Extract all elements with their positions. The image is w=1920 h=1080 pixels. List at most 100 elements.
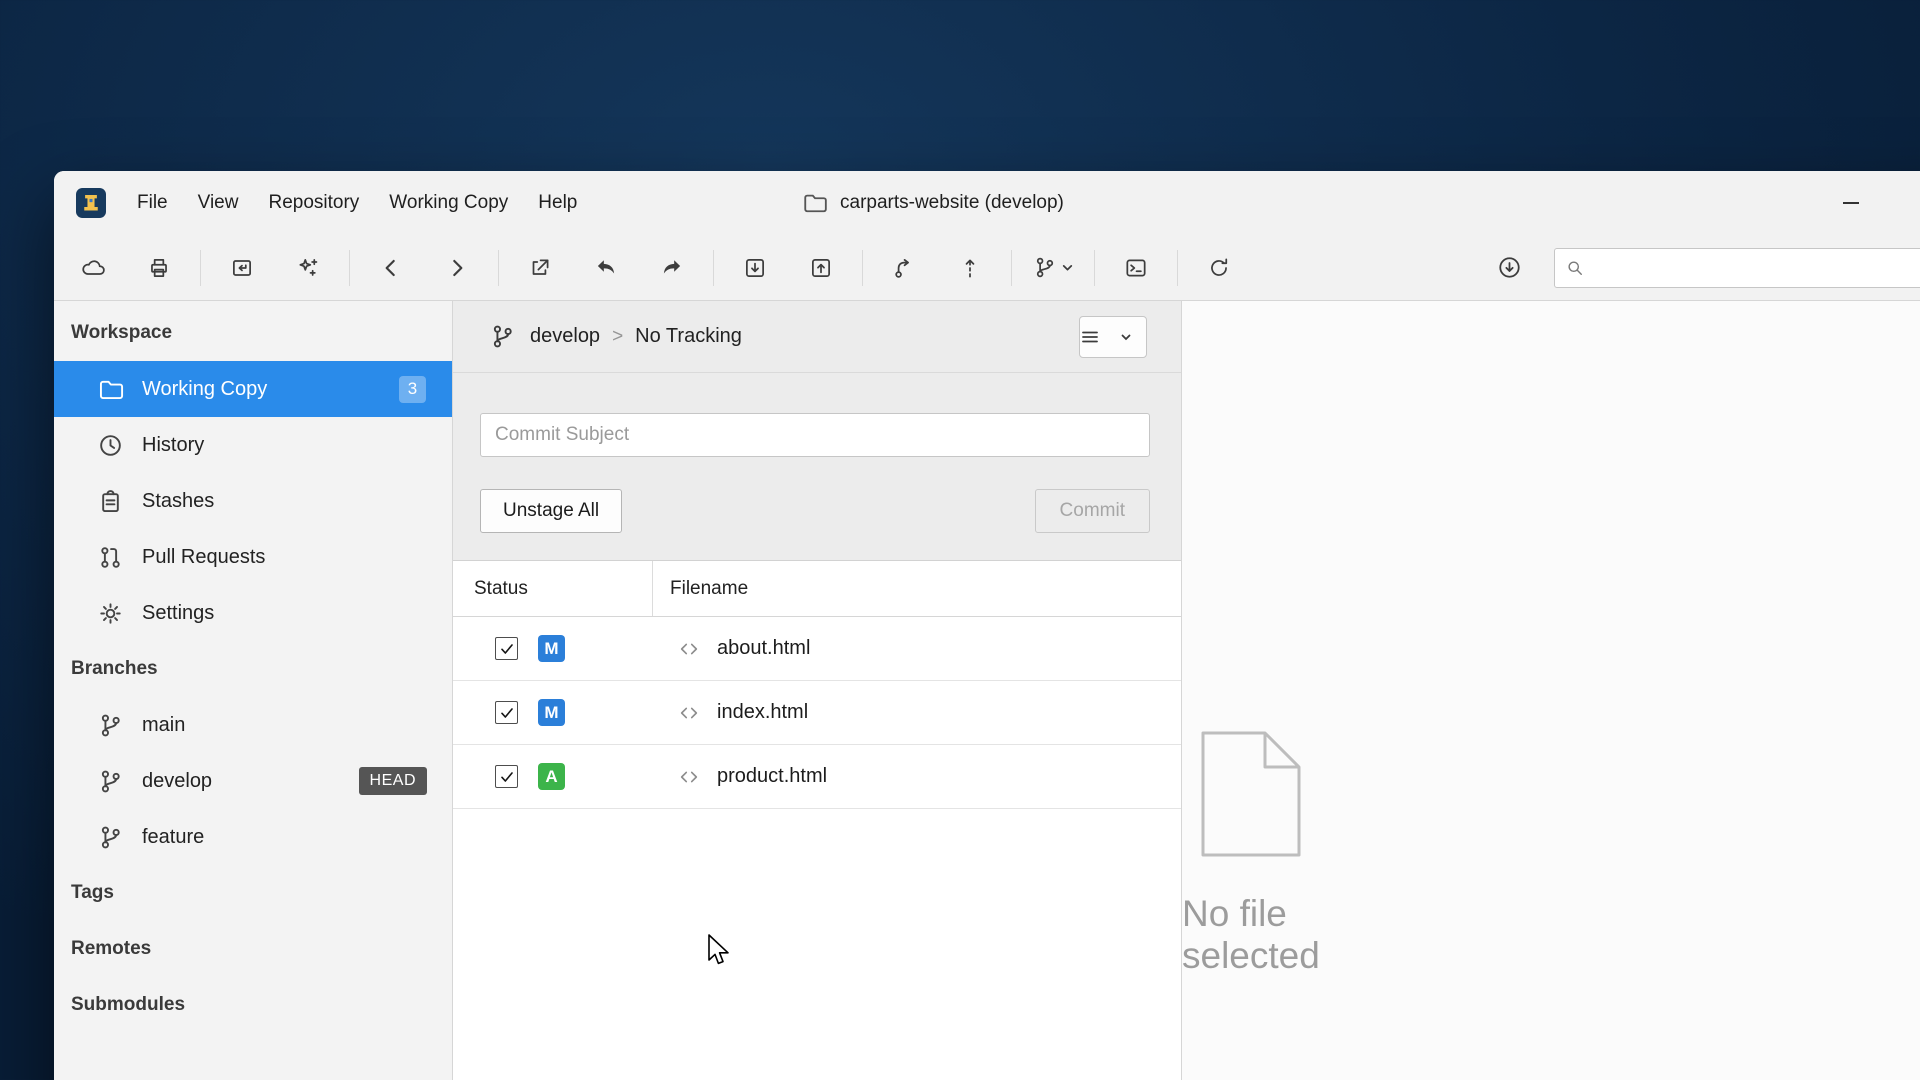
sidebar-item-label: main (142, 714, 185, 737)
sidebar-item-label: develop (142, 770, 212, 793)
open-repo-icon (229, 255, 255, 281)
commit-area: Unstage All Commit (453, 373, 1181, 560)
table-row[interactable]: M index.html (453, 681, 1181, 745)
document-icon (1201, 731, 1301, 857)
push-icon (808, 255, 834, 281)
back-button[interactable] (358, 245, 424, 291)
options-menu-button[interactable] (1079, 316, 1147, 358)
chevron-right-icon (444, 255, 470, 281)
stage-checkbox[interactable] (495, 701, 518, 724)
menu-view[interactable]: View (183, 171, 254, 235)
content-area: Workspace Working Copy 3 History Stashes (54, 301, 1920, 1080)
sidebar-section-workspace[interactable]: Workspace (54, 305, 452, 361)
toolbar-separator (349, 250, 350, 286)
pull-request-icon (97, 544, 124, 571)
menu-help[interactable]: Help (523, 171, 592, 235)
clipboard-icon (97, 488, 124, 515)
breadcrumb: develop > No Tracking (453, 301, 1181, 373)
table-row[interactable]: M about.html (453, 617, 1181, 681)
branch-icon (97, 712, 124, 739)
print-button[interactable] (126, 245, 192, 291)
check-icon (499, 769, 515, 785)
branch-menu-button[interactable] (1020, 245, 1086, 291)
share-button[interactable] (507, 245, 573, 291)
forward-button[interactable] (424, 245, 490, 291)
status-badge: A (538, 763, 565, 790)
printer-icon (146, 255, 172, 281)
empty-message: No file selected (1182, 893, 1320, 977)
window-title: carparts-website (develop) (802, 171, 1064, 235)
open-repo-button[interactable] (209, 245, 275, 291)
refresh-button[interactable] (1186, 245, 1252, 291)
code-icon (678, 638, 700, 660)
sidebar-section-branches[interactable]: Branches (54, 641, 452, 697)
terminal-button[interactable] (1103, 245, 1169, 291)
sidebar-item-pull-requests[interactable]: Pull Requests (54, 529, 452, 585)
push-button[interactable] (788, 245, 854, 291)
status-cell: M (453, 635, 653, 662)
fetch-button[interactable] (1476, 245, 1542, 291)
quick-actions-button[interactable] (275, 245, 341, 291)
branch-icon (489, 323, 516, 350)
sidebar: Workspace Working Copy 3 History Stashes (54, 301, 453, 1080)
check-icon (499, 641, 515, 657)
table-row[interactable]: A product.html (453, 745, 1181, 809)
window-title-text: carparts-website (develop) (840, 192, 1064, 214)
file-table-header: Status Filename (453, 561, 1181, 617)
stage-checkbox[interactable] (495, 765, 518, 788)
merge-button[interactable] (871, 245, 937, 291)
toolbar-separator (1094, 250, 1095, 286)
terminal-icon (1123, 255, 1149, 281)
search-input[interactable] (1593, 257, 1920, 278)
toolbar-separator (498, 250, 499, 286)
check-icon (499, 705, 515, 721)
status-badge: M (538, 699, 565, 726)
rebase-button[interactable] (937, 245, 1003, 291)
undo-button[interactable] (573, 245, 639, 291)
search-field[interactable] (1554, 248, 1920, 288)
sidebar-item-stashes[interactable]: Stashes (54, 473, 452, 529)
pull-button[interactable] (722, 245, 788, 291)
filename-cell: index.html (653, 701, 808, 724)
sidebar-section-submodules[interactable]: Submodules (54, 977, 452, 1033)
sidebar-item-settings[interactable]: Settings (54, 585, 452, 641)
commit-subject-input[interactable] (480, 413, 1150, 457)
commit-button[interactable]: Commit (1035, 489, 1150, 533)
menu-working-copy[interactable]: Working Copy (374, 171, 523, 235)
toolbar-separator (1177, 250, 1178, 286)
menubar: File View Repository Working Copy Help c… (54, 171, 1920, 235)
sidebar-item-working-copy[interactable]: Working Copy 3 (54, 361, 452, 417)
menu-repository[interactable]: Repository (253, 171, 374, 235)
filename: product.html (717, 765, 827, 788)
branch-icon (1032, 255, 1058, 281)
breadcrumb-tracking[interactable]: No Tracking (635, 325, 742, 348)
chevron-down-icon (1061, 261, 1074, 274)
sidebar-item-label: Pull Requests (142, 546, 265, 569)
sidebar-item-label: Settings (142, 602, 214, 625)
sidebar-section-remotes[interactable]: Remotes (54, 921, 452, 977)
sidebar-section-tags[interactable]: Tags (54, 865, 452, 921)
rebase-icon (957, 255, 983, 281)
count-badge: 3 (399, 376, 426, 403)
filename-cell: about.html (653, 637, 810, 660)
clock-icon (97, 432, 124, 459)
minimize-button[interactable] (1820, 171, 1882, 235)
unstage-all-button[interactable]: Unstage All (480, 489, 622, 533)
breadcrumb-branch[interactable]: develop (530, 325, 600, 348)
hamburger-icon (1081, 328, 1099, 346)
undo-icon (593, 255, 619, 281)
sidebar-item-branch-develop[interactable]: develop HEAD (54, 753, 452, 809)
minimize-icon (1843, 202, 1859, 204)
redo-button[interactable] (639, 245, 705, 291)
sidebar-item-branch-feature[interactable]: feature (54, 809, 452, 865)
chevron-down-icon (1120, 331, 1132, 343)
gear-icon (97, 600, 124, 627)
stage-checkbox[interactable] (495, 637, 518, 660)
sidebar-item-branch-main[interactable]: main (54, 697, 452, 753)
file-list-empty-area (453, 809, 1181, 1080)
refresh-icon (1206, 255, 1232, 281)
sidebar-item-history[interactable]: History (54, 417, 452, 473)
menu-file[interactable]: File (122, 171, 183, 235)
clone-button[interactable] (60, 245, 126, 291)
chevron-left-icon (378, 255, 404, 281)
